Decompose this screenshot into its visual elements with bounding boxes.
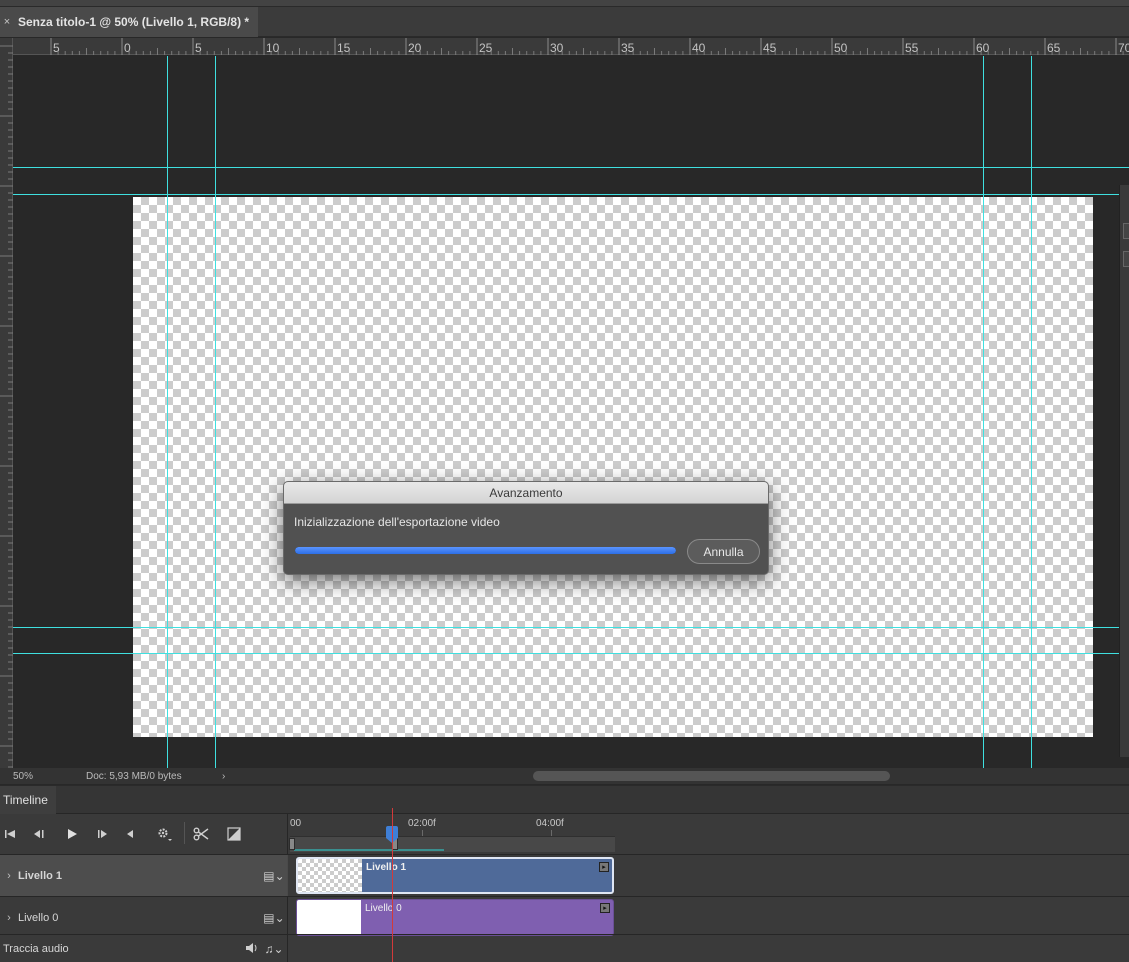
- dock-panel-button[interactable]: [1123, 251, 1129, 267]
- horizontal-ruler-ticks: 5 0 5 10 15 20 25 30 35 40 45 50 55 60 65 70: [50, 38, 1129, 55]
- audio-track-row[interactable]: Traccia audio ♫⌄: [0, 934, 1129, 962]
- guide-vertical[interactable]: [1031, 56, 1032, 768]
- expand-track-chevron-icon[interactable]: ›: [0, 870, 18, 882]
- ruler-label: 0: [124, 41, 131, 55]
- clip-expand-icon[interactable]: ▸: [599, 862, 609, 872]
- dialog-title: Avanzamento: [284, 482, 768, 504]
- guide-horizontal[interactable]: [13, 167, 1129, 168]
- clip-label: Livello 1: [366, 862, 407, 873]
- ruler-label: 25: [479, 41, 493, 55]
- track-row-livello-0[interactable]: › Livello 0 ▤⌄ Livello 0 ▸: [0, 896, 1129, 938]
- ruler-label: 30: [550, 41, 564, 55]
- status-menu-arrow-icon[interactable]: ›: [222, 771, 242, 782]
- document-tab-title: Senza titolo-1 @ 50% (Livello 1, RGB/8) …: [18, 15, 250, 29]
- dock-panel-button[interactable]: [1123, 223, 1129, 239]
- ruler-label: 45: [763, 41, 777, 55]
- vertical-ruler-ticks: [0, 45, 13, 768]
- controls-separator: [184, 822, 185, 844]
- ruler-label: 55: [905, 41, 919, 55]
- track-header[interactable]: › Livello 0 ▤⌄: [0, 897, 287, 938]
- timeline-panel: Timeline 00 02:00f 04:00f › Livello 1 ▤⌄…: [0, 785, 1129, 962]
- mute-audio-icon[interactable]: [123, 824, 137, 844]
- film-strip-menu-icon[interactable]: ▤⌄: [261, 911, 287, 925]
- document-tab[interactable]: × Senza titolo-1 @ 50% (Livello 1, RGB/8…: [0, 7, 258, 37]
- work-area-range: [294, 849, 444, 851]
- status-bar: 50% Doc: 5,93 MB/0 bytes ›: [0, 768, 1129, 784]
- guide-horizontal[interactable]: [13, 653, 1129, 654]
- clip-thumbnail: [298, 859, 362, 892]
- canvas-workarea[interactable]: [13, 56, 1119, 768]
- collapsed-panel-dock: [1119, 185, 1129, 757]
- document-canvas[interactable]: [133, 197, 1093, 737]
- progress-bar-fill: [295, 547, 676, 554]
- timeline-tab[interactable]: Timeline: [0, 786, 56, 814]
- play-icon[interactable]: [64, 824, 80, 844]
- timeline-controls: [0, 814, 288, 854]
- guide-vertical[interactable]: [167, 56, 168, 768]
- guide-vertical[interactable]: [983, 56, 984, 768]
- audio-track-header[interactable]: Traccia audio ♫⌄: [0, 935, 287, 962]
- document-tab-bar: × Senza titolo-1 @ 50% (Livello 1, RGB/8…: [0, 7, 1129, 37]
- clip-label: Livello 0: [365, 903, 402, 914]
- vertical-ruler[interactable]: [0, 38, 13, 768]
- menu-strip: [0, 0, 1129, 7]
- go-to-first-frame-icon[interactable]: [2, 824, 18, 844]
- ruler-label: 15: [337, 41, 351, 55]
- close-tab-icon[interactable]: ×: [0, 16, 14, 28]
- photoshop-window: × Senza titolo-1 @ 50% (Livello 1, RGB/8…: [0, 0, 1129, 962]
- transition-icon[interactable]: [225, 824, 243, 844]
- split-scissors-icon[interactable]: [192, 824, 210, 844]
- timeline-time-ruler[interactable]: 00 02:00f 04:00f: [288, 814, 1129, 854]
- track-lane[interactable]: Livello 1 ▸: [288, 855, 1129, 896]
- ruler-label: 10: [266, 41, 280, 55]
- music-note-menu-icon[interactable]: ♫⌄: [261, 942, 287, 956]
- track-row-livello-1[interactable]: › Livello 1 ▤⌄ Livello 1 ▸: [0, 854, 1129, 896]
- guide-horizontal[interactable]: [13, 627, 1129, 628]
- settings-gear-icon[interactable]: [156, 824, 174, 844]
- guide-vertical[interactable]: [215, 56, 216, 768]
- dialog-message: Inizializzazione dell'esportazione video: [294, 515, 500, 529]
- document-info: Doc: 5,93 MB/0 bytes: [86, 770, 182, 782]
- progress-dialog: Avanzamento Inizializzazione dell'esport…: [283, 481, 769, 575]
- ruler-label: 5: [53, 41, 60, 55]
- video-clip[interactable]: Livello 1 ▸: [296, 857, 614, 894]
- ruler-label: 5: [195, 41, 202, 55]
- playhead-line: [392, 808, 393, 962]
- time-label: 02:00f: [408, 818, 436, 829]
- work-area-start-handle[interactable]: [289, 838, 295, 850]
- previous-frame-icon[interactable]: [31, 824, 47, 844]
- horizontal-ruler[interactable]: 5 0 5 10 15 20 25 30 35 40 45 50 55 60 65 70: [13, 38, 1129, 55]
- ruler-label: 35: [621, 41, 635, 55]
- export-progress-bar: [295, 547, 676, 554]
- horizontal-scrollbar[interactable]: [533, 771, 890, 781]
- ruler-label: 40: [692, 41, 706, 55]
- cancel-button[interactable]: Annulla: [687, 539, 760, 564]
- zoom-level[interactable]: 50%: [0, 771, 52, 782]
- ruler-label: 60: [976, 41, 990, 55]
- track-name: Livello 0: [18, 911, 59, 924]
- video-clip[interactable]: Livello 0 ▸: [296, 899, 614, 936]
- clip-thumbnail: [297, 900, 361, 935]
- ruler-label: 65: [1047, 41, 1061, 55]
- speaker-icon[interactable]: [241, 942, 261, 956]
- time-label: 00: [290, 818, 302, 829]
- track-lane[interactable]: Livello 0 ▸: [288, 897, 1129, 938]
- next-frame-icon[interactable]: [95, 824, 111, 844]
- track-name: Livello 1: [18, 869, 63, 882]
- track-header[interactable]: › Livello 1 ▤⌄: [0, 855, 287, 896]
- film-strip-menu-icon[interactable]: ▤⌄: [261, 869, 287, 883]
- clip-expand-icon[interactable]: ▸: [600, 903, 610, 913]
- time-label: 04:00f: [536, 818, 564, 829]
- ruler-label: 50: [834, 41, 848, 55]
- expand-track-chevron-icon[interactable]: ›: [0, 912, 18, 924]
- timeline-header: Timeline: [0, 786, 1129, 814]
- audio-track-name: Traccia audio: [3, 943, 69, 955]
- ruler-label: 20: [408, 41, 422, 55]
- guide-horizontal[interactable]: [13, 194, 1129, 195]
